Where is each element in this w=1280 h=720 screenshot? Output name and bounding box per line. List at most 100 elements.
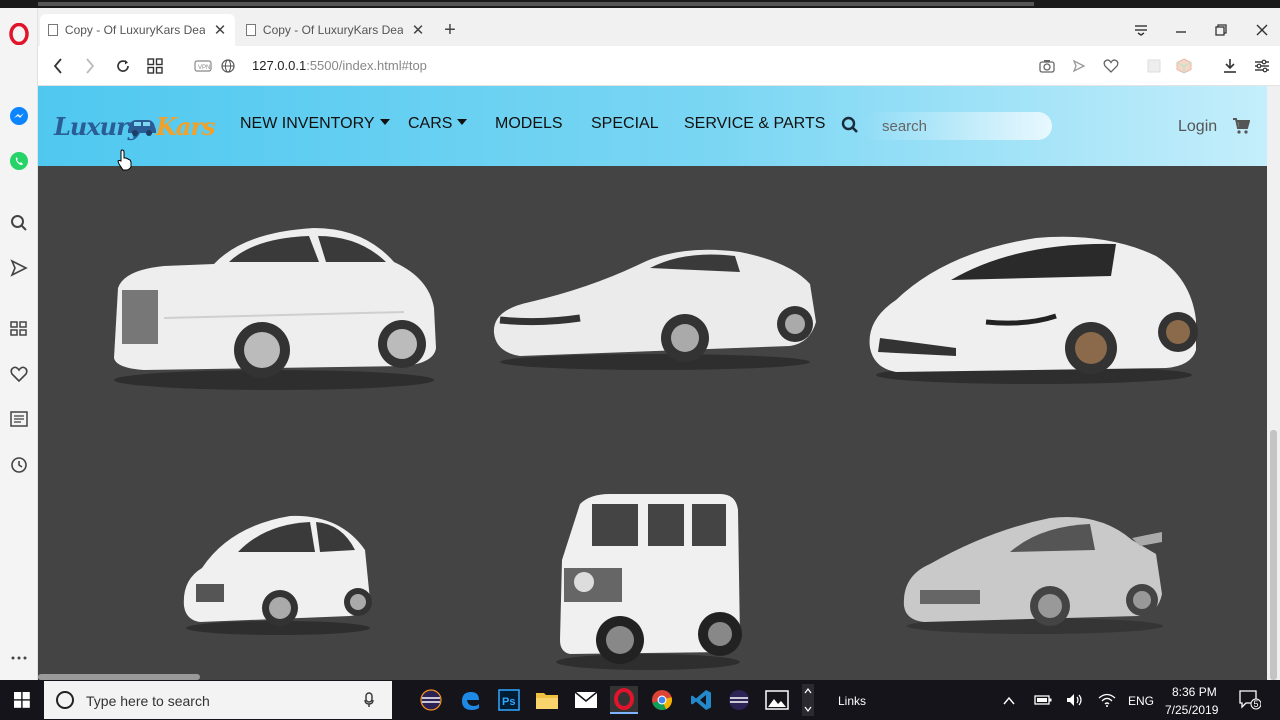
nav-label: SERVICE & PARTS <box>684 115 826 132</box>
chrome-app-icon[interactable] <box>648 686 676 714</box>
whatsapp-icon[interactable] <box>7 149 31 173</box>
tab-1[interactable]: Copy - Of LuxuryKars Dealer ✕ <box>40 14 235 46</box>
vscode-app-icon[interactable] <box>687 686 715 714</box>
nav-label: NEW INVENTORY <box>240 115 375 132</box>
logo-text-kars: Kars <box>156 112 216 141</box>
car-image-sports[interactable] <box>900 510 1170 640</box>
browser-top-strip <box>0 0 1280 8</box>
caret-down-icon <box>379 119 390 125</box>
action-center-icon[interactable]: 5 <box>1239 690 1262 715</box>
magnifier-icon[interactable] <box>841 116 859 139</box>
wifi-icon[interactable] <box>1098 693 1116 712</box>
car-image-supercar[interactable] <box>866 230 1201 390</box>
news-icon[interactable] <box>7 407 31 431</box>
eclipse-app-icon[interactable] <box>417 686 445 714</box>
caret-down-icon <box>457 119 468 125</box>
globe-icon <box>216 54 240 78</box>
address-bar: VPN 127.0.0.1:5500/index.html#top <box>38 46 1280 86</box>
mail-app-icon[interactable] <box>572 686 600 714</box>
document-icon <box>246 24 256 36</box>
svg-text:VPN: VPN <box>198 65 210 71</box>
more-dots-icon[interactable] <box>7 646 31 670</box>
url-field[interactable]: 127.0.0.1:5500/index.html#top <box>252 58 427 73</box>
tab-title: Copy - Of LuxuryKars Dealer <box>64 23 206 37</box>
microphone-icon[interactable] <box>364 692 374 708</box>
logo-car-icon <box>128 120 156 136</box>
svg-text:Ps: Ps <box>502 696 515 708</box>
messenger-icon[interactable] <box>7 104 31 128</box>
nav-service-parts[interactable]: SERVICE & PARTS <box>684 115 825 133</box>
site-search-input[interactable] <box>862 112 1052 140</box>
car-image-coupe[interactable] <box>490 238 820 378</box>
speed-dial-icon[interactable] <box>7 317 31 341</box>
photos-app-icon[interactable] <box>763 686 791 714</box>
taskbar-search-box[interactable]: Type here to search <box>44 681 392 719</box>
opera-sidebar <box>0 8 38 680</box>
easy-setup-icon[interactable] <box>1250 54 1274 78</box>
links-toolbar[interactable]: Links <box>838 694 866 708</box>
clock-date[interactable]: 7/25/2019 <box>1165 703 1218 717</box>
back-icon[interactable] <box>46 54 70 78</box>
nav-label: CARS <box>408 115 453 132</box>
opera-logo-icon[interactable] <box>7 22 31 46</box>
car-image-suv[interactable] <box>550 490 746 675</box>
tab-2[interactable]: Copy - Of LuxuryKars Dealer ✕ <box>238 14 433 46</box>
language-indicator[interactable]: ENG <box>1128 694 1154 708</box>
show-hidden-icons[interactable] <box>1002 693 1016 711</box>
clock-time[interactable]: 8:36 PM <box>1172 685 1217 699</box>
vpn-icon[interactable]: VPN <box>191 54 215 78</box>
cart-icon[interactable] <box>1232 117 1251 140</box>
car-image-sedan[interactable] <box>104 218 444 398</box>
restore-icon[interactable] <box>1209 18 1233 42</box>
download-icon[interactable] <box>1218 54 1242 78</box>
tab-bar: Copy - Of LuxuryKars Dealer ✕ Copy - Of … <box>38 8 1280 46</box>
car-image-compact-sedan[interactable] <box>180 510 375 640</box>
tab-menu-icon[interactable] <box>1129 18 1153 42</box>
reload-icon[interactable] <box>111 54 135 78</box>
hand-cursor-icon <box>117 149 132 171</box>
taskbar-search-placeholder: Type here to search <box>86 693 210 709</box>
nav-cars[interactable]: CARS <box>408 115 468 133</box>
forward-icon[interactable] <box>78 54 102 78</box>
edge-app-icon[interactable] <box>456 686 484 714</box>
close-window-icon[interactable] <box>1250 18 1274 42</box>
cortana-icon <box>56 691 74 709</box>
heart-icon[interactable] <box>7 362 31 386</box>
opera-app-icon[interactable] <box>610 686 638 714</box>
battery-icon[interactable] <box>1034 693 1052 711</box>
extension-cube-icon[interactable] <box>1172 54 1196 78</box>
taskbar-scroll[interactable] <box>802 684 814 716</box>
nav-models[interactable]: MODELS <box>495 115 563 133</box>
photoshop-app-icon[interactable]: Ps <box>495 686 523 714</box>
extension-icon[interactable] <box>1142 54 1166 78</box>
search-icon[interactable] <box>7 211 31 235</box>
scrollbar-thumb[interactable] <box>1270 430 1277 680</box>
camera-icon[interactable] <box>1035 54 1059 78</box>
file-explorer-icon[interactable] <box>533 686 561 714</box>
tab-grid-icon[interactable] <box>143 54 167 78</box>
notification-count: 5 <box>1253 699 1259 709</box>
url-path: :5500/index.html#top <box>306 58 427 73</box>
login-link[interactable]: Login <box>1178 118 1217 136</box>
send-icon[interactable] <box>7 256 31 280</box>
bookmark-heart-icon[interactable] <box>1099 54 1123 78</box>
close-tab-icon[interactable]: ✕ <box>213 21 227 39</box>
url-host: 127.0.0.1 <box>252 58 307 73</box>
web-page: Luxury Kars NEW INVENTORY CARS MODELS SP… <box>38 86 1267 680</box>
windows-start-icon[interactable] <box>0 680 44 720</box>
minimize-icon[interactable] <box>1169 18 1193 42</box>
document-icon <box>48 24 58 36</box>
nav-new-inventory[interactable]: NEW INVENTORY <box>240 115 390 133</box>
site-navbar: Luxury Kars NEW INVENTORY CARS MODELS SP… <box>38 86 1267 166</box>
windows-taskbar: Type here to search Ps Links ENG 8:36 PM… <box>0 680 1280 720</box>
nav-special[interactable]: SPECIAL <box>591 115 659 133</box>
site-logo[interactable]: Luxury Kars <box>54 110 216 146</box>
history-icon[interactable] <box>7 453 31 477</box>
nav-label: MODELS <box>495 115 563 132</box>
tab-title: Copy - Of LuxuryKars Dealer <box>262 23 404 37</box>
share-icon[interactable] <box>1067 54 1091 78</box>
new-tab-icon[interactable]: + <box>440 20 460 40</box>
volume-icon[interactable] <box>1066 693 1084 712</box>
close-tab-icon[interactable]: ✕ <box>411 21 425 39</box>
eclipse-app-icon-2[interactable] <box>725 686 753 714</box>
